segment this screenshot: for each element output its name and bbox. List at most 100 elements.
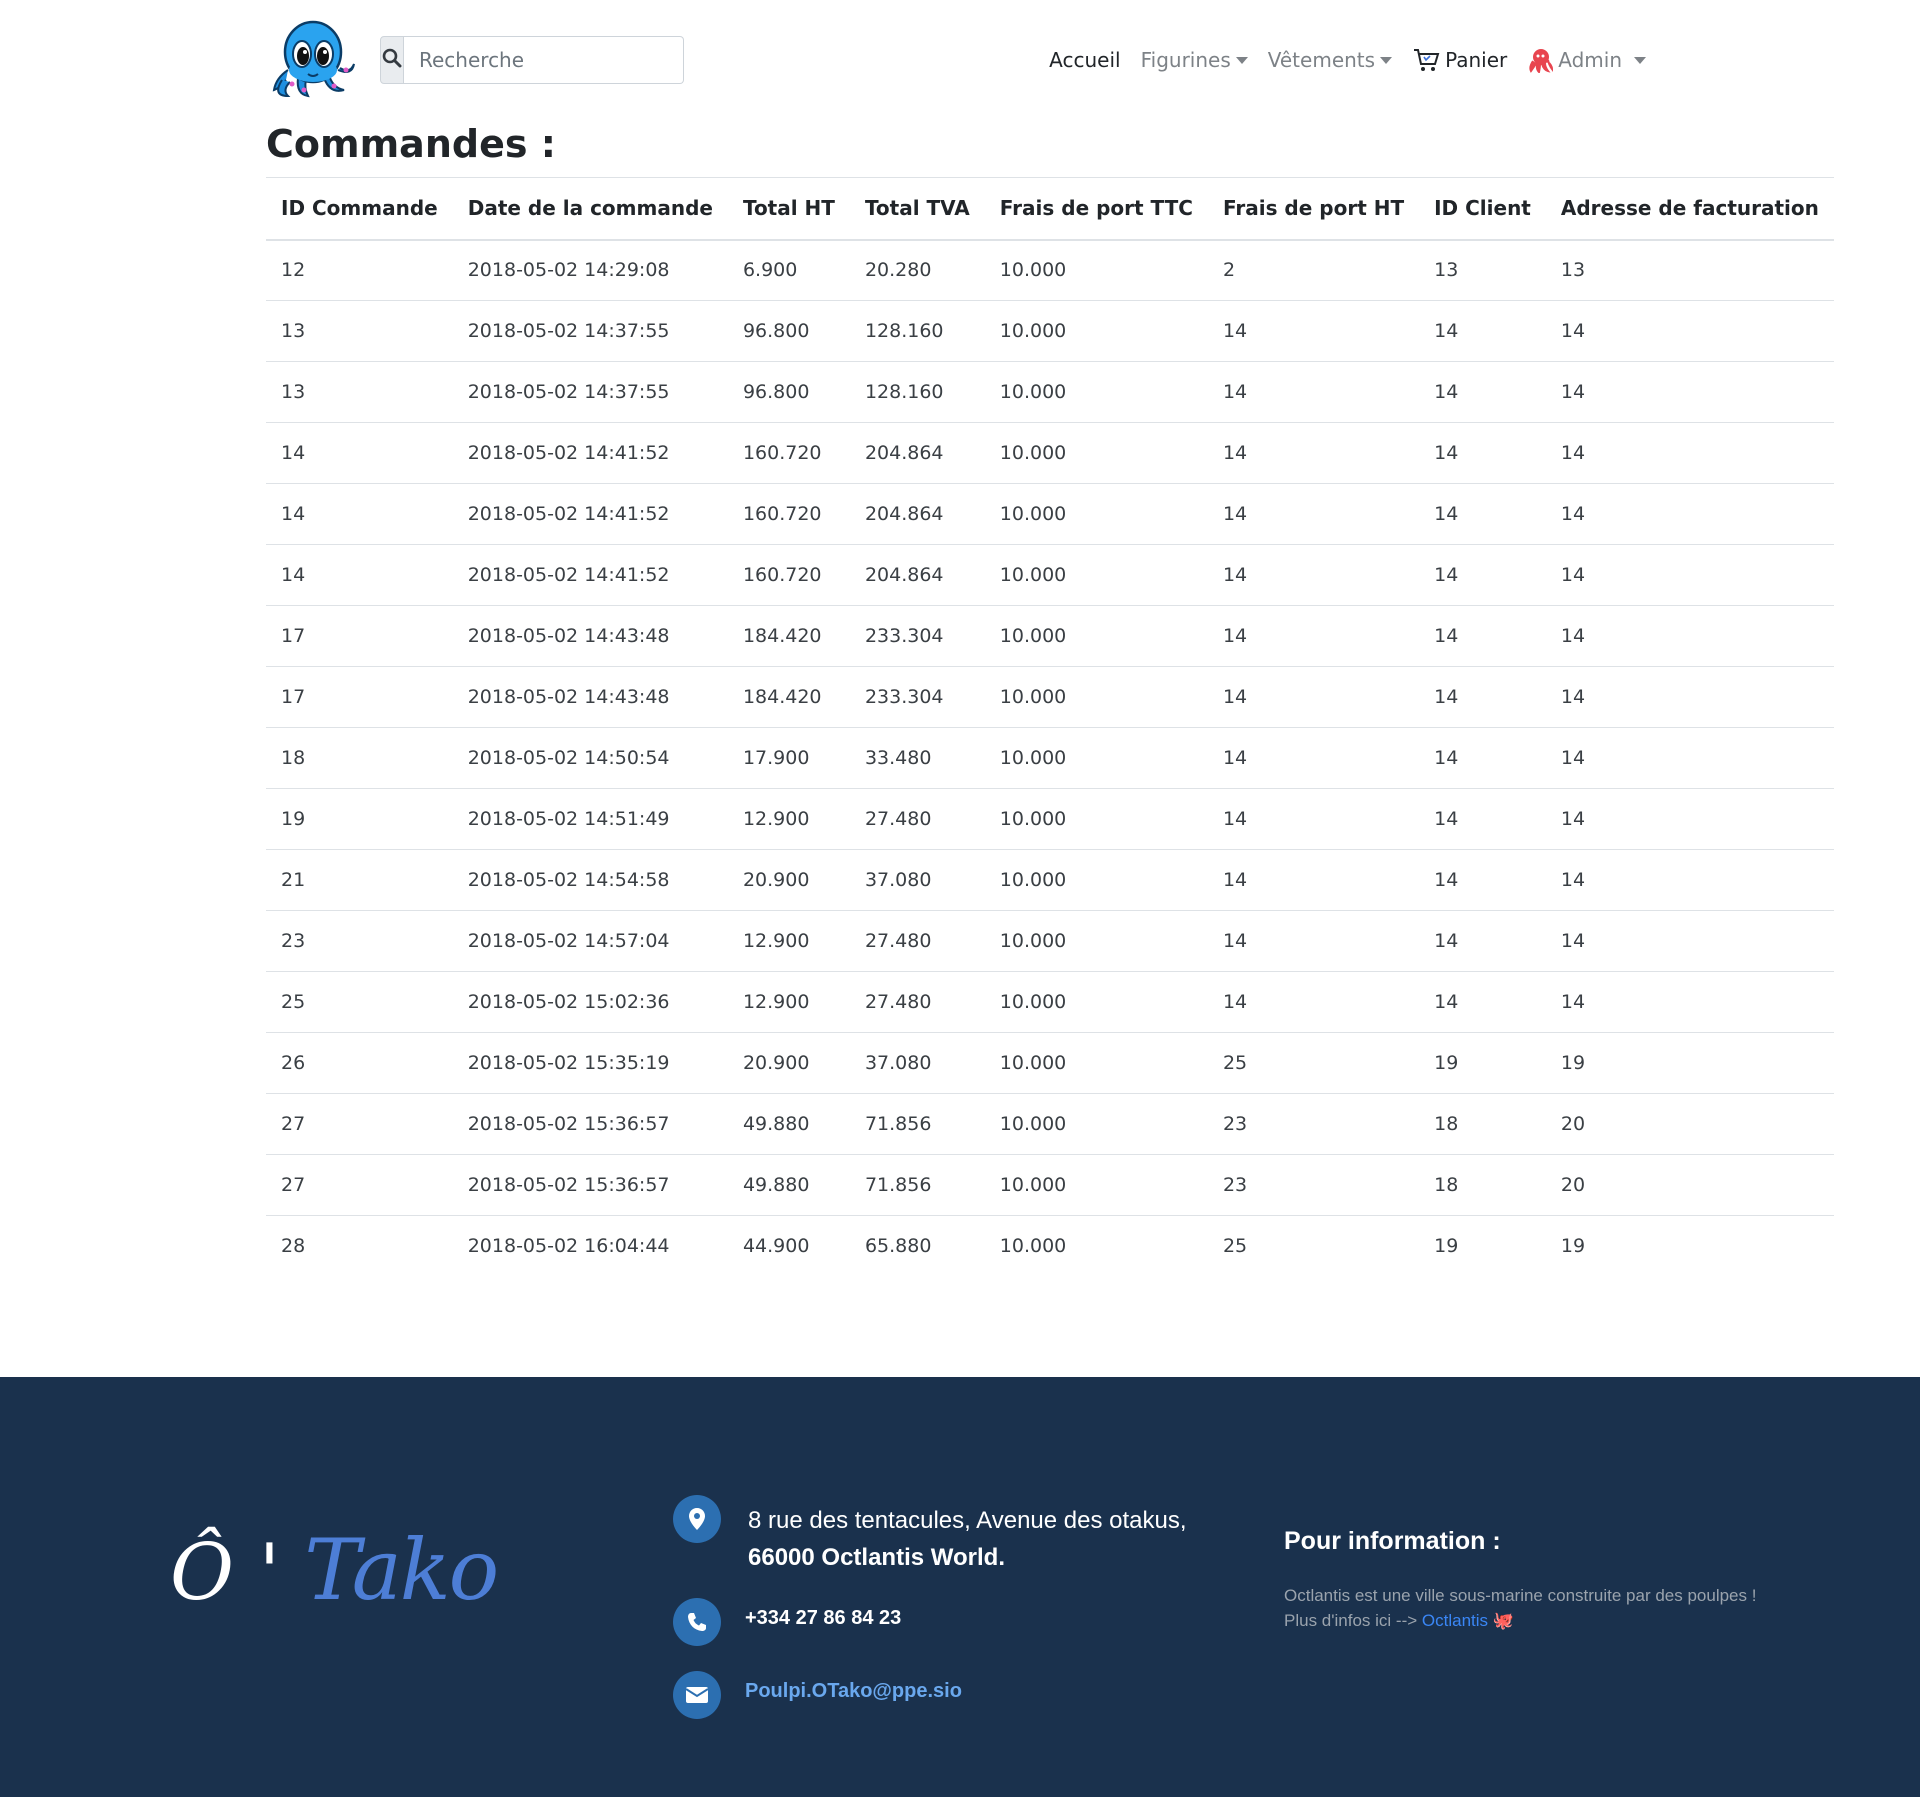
table-cell: 23 bbox=[266, 910, 453, 972]
envelope-icon bbox=[673, 1671, 721, 1719]
table-cell: 2018-05-02 14:50:54 bbox=[452, 727, 728, 789]
table-cell: 204.864 bbox=[849, 544, 985, 606]
table-cell: 14 bbox=[1207, 971, 1420, 1033]
table-cell: 14 bbox=[1545, 971, 1834, 1033]
table-cell: 14 bbox=[1545, 666, 1834, 728]
table-cell: 71.856 bbox=[849, 1154, 985, 1216]
table-row: 28 2018-05-02 16:04:44 44.900 65.880 10.000 2… bbox=[266, 1216, 1834, 1277]
table-row: 25 2018-05-02 15:02:36 12.900 27.480 10.000 1… bbox=[266, 971, 1834, 1033]
table-cell: 28 bbox=[281, 1235, 306, 1258]
nav-panier[interactable]: Panier bbox=[1412, 47, 1507, 73]
table-cell: 14 bbox=[1419, 727, 1546, 789]
table-cell: 10.000 bbox=[984, 239, 1208, 301]
table-cell: 14 bbox=[1207, 605, 1420, 667]
table-cell: 14 bbox=[1207, 422, 1420, 484]
table-cell: 19 bbox=[266, 788, 453, 850]
footer-info-title: Pour information : bbox=[1284, 1527, 1501, 1555]
cart-icon bbox=[1412, 47, 1440, 73]
search-bar bbox=[380, 36, 684, 84]
footer-address-line1: 8 rue des tentacules, Avenue des otakus, bbox=[748, 1507, 1187, 1534]
table-cell: 65.880 bbox=[864, 1235, 932, 1258]
table-cell: 14 bbox=[1545, 483, 1834, 545]
location-pin-icon bbox=[673, 1495, 721, 1543]
table-cell: 14 bbox=[1207, 544, 1420, 606]
table-cell: 2 bbox=[1207, 239, 1420, 301]
table-cell: 19 bbox=[1560, 1235, 1586, 1258]
table-body: 12 2018-05-02 14:29:08 6.900 20.280 10.000 2 1… bbox=[266, 239, 1834, 1277]
table-cell: 14 bbox=[1419, 788, 1546, 850]
table-cell: 6.900 bbox=[727, 239, 850, 301]
table-cell: 71.856 bbox=[849, 1093, 985, 1155]
table-cell: 14 bbox=[266, 544, 453, 606]
nav-vetements-dropdown[interactable]: Vêtements bbox=[1268, 48, 1393, 72]
octlantis-link[interactable]: Octlantis bbox=[1422, 1611, 1488, 1630]
table-cell: 2018-05-02 15:36:57 bbox=[452, 1093, 728, 1155]
table-cell: 2018-05-02 14:37:55 bbox=[452, 361, 728, 423]
table-cell: 14 bbox=[1545, 727, 1834, 789]
table-cell: 128.160 bbox=[849, 300, 985, 362]
table-cell: 12 bbox=[266, 239, 453, 301]
search-input[interactable] bbox=[404, 36, 684, 84]
table-cell: 14 bbox=[1419, 971, 1546, 1033]
octopus-logo[interactable] bbox=[268, 18, 358, 100]
table-cell: 13 bbox=[1545, 239, 1834, 301]
table-cell: 2018-05-02 14:43:48 bbox=[452, 605, 728, 667]
table-row: 19 2018-05-02 14:51:49 12.900 27.480 10.000 1… bbox=[266, 788, 1834, 850]
table-cell: 25 bbox=[1222, 1235, 1248, 1258]
table-cell: 10.000 bbox=[984, 300, 1208, 362]
table-cell: 49.880 bbox=[727, 1093, 850, 1155]
table-cell: 10.000 bbox=[984, 422, 1208, 484]
octopus-icon bbox=[1527, 47, 1554, 73]
nav-accueil-label: Accueil bbox=[1049, 48, 1121, 72]
table-cell: 13 bbox=[266, 300, 453, 362]
table-cell: 14 bbox=[1207, 788, 1420, 850]
nav-accueil[interactable]: Accueil bbox=[1049, 48, 1120, 72]
table-cell: 14 bbox=[1207, 483, 1420, 545]
brand-o: Ô ' bbox=[170, 1528, 281, 1618]
table-cell: 2018-05-02 14:51:49 bbox=[452, 788, 728, 850]
table-row: 27 2018-05-02 15:36:57 49.880 71.856 10.000 2… bbox=[266, 1154, 1834, 1216]
table-row: 14 2018-05-02 14:41:52 160.720 204.864 10.00… bbox=[266, 544, 1834, 606]
footer-info-line2: Plus d'infos ici --> Octlantis 🐙 bbox=[1284, 1608, 1756, 1633]
table-cell: 14 bbox=[1419, 300, 1546, 362]
table-cell: 14 bbox=[1419, 666, 1546, 728]
table-cell: 96.800 bbox=[727, 361, 850, 423]
table-cell: 20 bbox=[1545, 1093, 1834, 1155]
table-cell: 27 bbox=[266, 1154, 453, 1216]
table-cell: 2018-05-02 14:41:52 bbox=[452, 483, 728, 545]
table-cell: 25 bbox=[266, 971, 453, 1033]
table-cell: 2018-05-02 16:04:44 bbox=[467, 1235, 670, 1258]
table-cell: 23 bbox=[1207, 1093, 1420, 1155]
nav-figurines-dropdown[interactable]: Figurines bbox=[1141, 48, 1248, 72]
table-cell: 27 bbox=[266, 1093, 453, 1155]
table-row: 27 2018-05-02 15:36:57 49.880 71.856 10.000 2… bbox=[266, 1093, 1834, 1155]
table-cell: 2018-05-02 15:36:57 bbox=[452, 1154, 728, 1216]
table-cell: 14 bbox=[1545, 300, 1834, 362]
table-cell: 14 bbox=[1419, 910, 1546, 972]
nav-admin-label: Admin bbox=[1558, 48, 1622, 72]
table-cell: 184.420 bbox=[727, 666, 850, 728]
table-cell: 2018-05-02 14:57:04 bbox=[452, 910, 728, 972]
orders-table: ID Commande Date de la commande Total HT To… bbox=[266, 177, 1834, 1277]
table-cell: 2018-05-02 14:54:58 bbox=[452, 849, 728, 911]
main-nav: Accueil Figurines Vêtements Panier Admin bbox=[1029, 44, 1646, 76]
nav-admin-dropdown[interactable]: Admin bbox=[1527, 47, 1646, 73]
table-cell: 12.900 bbox=[727, 971, 850, 1033]
table-cell: 49.880 bbox=[727, 1154, 850, 1216]
table-cell: 2018-05-02 14:41:52 bbox=[452, 544, 728, 606]
footer-info-prefix: Plus d'infos ici --> bbox=[1284, 1611, 1418, 1630]
table-cell: 10.000 bbox=[984, 788, 1208, 850]
table-row: 17 2018-05-02 14:43:48 184.420 233.304 10.00… bbox=[266, 605, 1834, 667]
table-cell: 14 bbox=[1207, 727, 1420, 789]
table-cell: 19 bbox=[1419, 1032, 1546, 1094]
table-cell: 204.864 bbox=[849, 422, 985, 484]
table-row: 12 2018-05-02 14:29:08 6.900 20.280 10.000 2 1… bbox=[266, 239, 1834, 301]
table-cell: 12.900 bbox=[727, 910, 850, 972]
table-cell: 14 bbox=[1545, 361, 1834, 423]
footer-email-link[interactable]: Poulpi.OTako@ppe.sio bbox=[745, 1680, 962, 1703]
column-header: Frais de port HT bbox=[1207, 177, 1420, 241]
search-button[interactable] bbox=[380, 36, 404, 84]
table-cell: 2018-05-02 15:02:36 bbox=[452, 971, 728, 1033]
table-cell: 2018-05-02 14:41:52 bbox=[452, 422, 728, 484]
column-header: Date de la commande bbox=[452, 177, 728, 241]
